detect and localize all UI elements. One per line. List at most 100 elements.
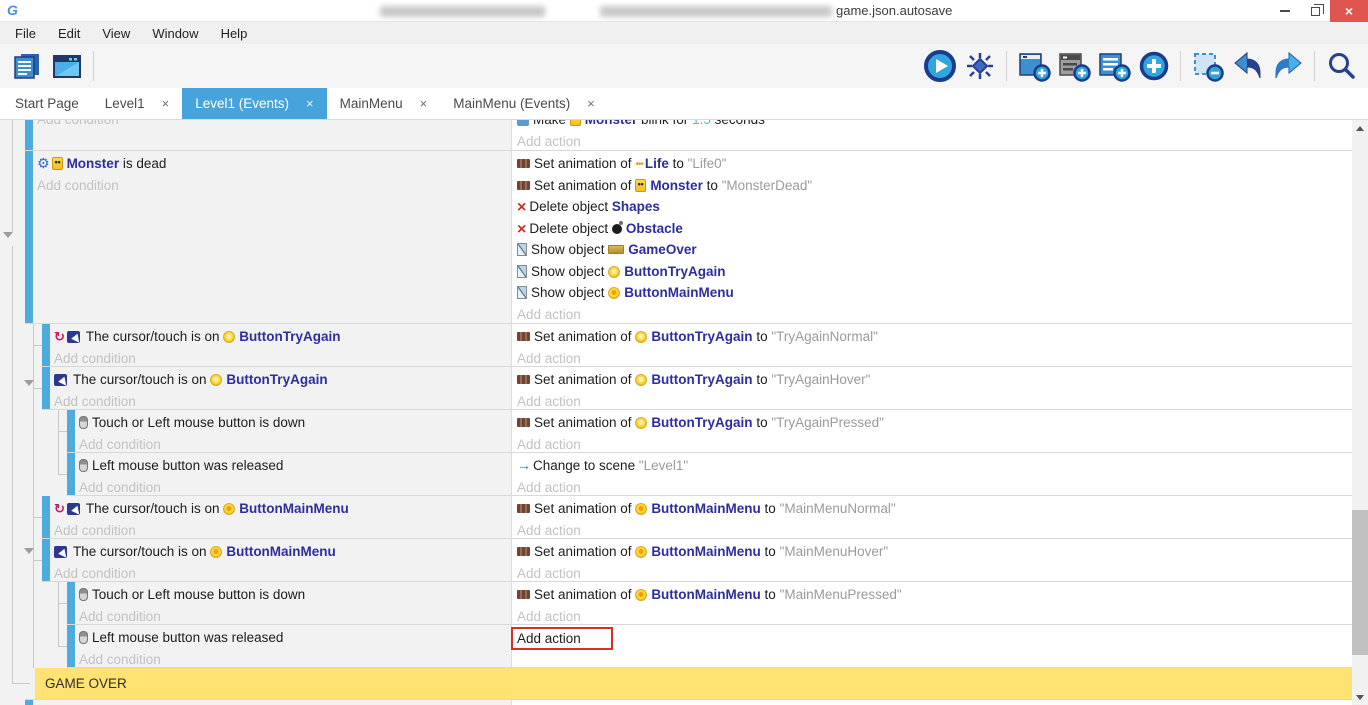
add-condition-link[interactable]: Add condition — [79, 649, 509, 669]
condition-item[interactable]: Touch or Left mouse button is down — [79, 584, 509, 606]
action-item[interactable]: →Change to scene "Level1" — [517, 455, 1350, 477]
add-circle-icon — [1138, 50, 1170, 82]
add-event-button[interactable] — [1015, 47, 1052, 85]
text-segment: "Level1" — [639, 458, 688, 473]
add-action-link[interactable]: Add action — [517, 606, 1350, 626]
action-item[interactable]: Show object ButtonTryAgain — [517, 261, 1350, 283]
highlighted-add-action[interactable]: Add action — [511, 627, 613, 650]
blink-icon — [517, 120, 529, 126]
add-action-link[interactable]: Add action — [517, 477, 1350, 497]
add-action-link[interactable]: Add action — [517, 520, 1350, 540]
search-button[interactable] — [1323, 47, 1360, 85]
add-action-link[interactable]: Add action — [517, 563, 1350, 583]
add-action-link[interactable]: Add action — [517, 434, 1350, 454]
add-comment-button[interactable] — [1095, 47, 1132, 85]
text-segment: GameOver — [628, 242, 696, 257]
condition-item[interactable]: Left mouse button was released — [79, 455, 509, 477]
add-condition-link[interactable]: Add condition — [54, 520, 509, 540]
collapse-arrow-icon[interactable] — [24, 548, 34, 559]
maximize-button[interactable] — [1300, 0, 1330, 22]
action-item[interactable]: Show object GameOver — [517, 239, 1350, 261]
preview-play-button[interactable] — [921, 47, 958, 85]
menu-help[interactable]: Help — [210, 22, 259, 44]
menu-window[interactable]: Window — [141, 22, 209, 44]
scroll-down-button[interactable] — [1352, 690, 1368, 704]
undo-button[interactable] — [1229, 47, 1266, 85]
menu-view[interactable]: View — [91, 22, 141, 44]
action-item[interactable]: Set animation of Monster to "MonsterDead… — [517, 175, 1350, 197]
vertical-scrollbar[interactable] — [1352, 120, 1368, 705]
choose-event-button[interactable] — [1135, 47, 1172, 85]
add-action-link[interactable]: Add action — [517, 391, 1350, 411]
add-condition-link[interactable]: Add condition — [54, 391, 509, 411]
action-item[interactable]: Set animation of ButtonTryAgain to "TryA… — [517, 369, 1350, 391]
add-condition-link[interactable]: Add condition — [79, 434, 509, 454]
tab-close-icon[interactable]: × — [306, 96, 314, 111]
scrollbar-thumb[interactable] — [1352, 510, 1368, 655]
tab-mainmenu-events-[interactable]: MainMenu (Events)× — [440, 88, 608, 119]
add-condition-link[interactable]: Add condition — [37, 120, 509, 131]
add-condition-link[interactable]: Add condition — [37, 175, 509, 197]
action-item[interactable]: Set animation of •••Life to "Life0" — [517, 153, 1350, 175]
project-manager-button[interactable] — [8, 47, 45, 85]
scene-editor-button[interactable] — [48, 47, 85, 85]
action-item[interactable]: Add action — [517, 627, 1350, 649]
redo-button[interactable] — [1269, 47, 1306, 85]
condition-item[interactable]: The cursor/touch is on ButtonTryAgain — [54, 369, 509, 391]
tab-mainmenu[interactable]: MainMenu × — [327, 88, 441, 119]
tab-close-icon[interactable]: × — [420, 96, 428, 111]
action-item[interactable]: Set animation of ButtonTryAgain to "TryA… — [517, 326, 1350, 348]
text-segment: to — [753, 415, 772, 430]
text-segment: Add action — [517, 134, 581, 149]
condition-item[interactable]: Touch or Left mouse button is down — [79, 412, 509, 434]
condition-item[interactable]: Left mouse button was released — [79, 627, 509, 649]
condition-item[interactable]: ↻The cursor/touch is on ButtonTryAgain — [54, 326, 509, 348]
tab-label: Start Page — [15, 96, 79, 111]
collapse-arrow-icon[interactable] — [3, 232, 13, 243]
action-item[interactable]: Set animation of ButtonTryAgain to "TryA… — [517, 412, 1350, 434]
text-segment: Add condition — [79, 480, 161, 495]
condition-item[interactable]: ⚙Monster is dead — [37, 153, 509, 175]
action-cell: Set animation of ButtonMainMenu to "Main… — [511, 539, 1352, 582]
comment-bar[interactable]: GAME OVER — [35, 668, 1352, 699]
next-event-partial — [0, 700, 1352, 705]
search-icon — [1326, 50, 1358, 82]
debug-button[interactable] — [961, 47, 998, 85]
action-item[interactable]: Show object ButtonMainMenu — [517, 282, 1350, 304]
remove-selection-button[interactable] — [1189, 47, 1226, 85]
minimize-button[interactable] — [1270, 0, 1300, 22]
add-condition-link[interactable]: Add condition — [54, 348, 509, 368]
action-item[interactable]: Set animation of ButtonMainMenu to "Main… — [517, 541, 1350, 563]
add-subevent-button[interactable] — [1055, 47, 1092, 85]
tab-label: MainMenu — [340, 96, 403, 111]
add-condition-link[interactable]: Add condition — [54, 563, 509, 583]
tree-guide-line — [58, 474, 67, 475]
menu-edit[interactable]: Edit — [47, 22, 91, 44]
menu-file[interactable]: File — [4, 22, 47, 44]
action-item[interactable]: Make Monster blink for 1.5 seconds — [517, 120, 1350, 131]
collapse-arrow-icon[interactable] — [24, 380, 34, 391]
tab-close-icon[interactable]: × — [587, 96, 595, 111]
action-item[interactable]: Set animation of ButtonMainMenu to "Main… — [517, 498, 1350, 520]
add-condition-link[interactable]: Add condition — [79, 477, 509, 497]
add-action-link[interactable]: Add action — [517, 131, 1350, 152]
tab-start-page[interactable]: Start Page — [2, 88, 92, 119]
tab-level1-events-[interactable]: Level1 (Events)× — [182, 88, 326, 119]
event-indent-bar — [42, 367, 50, 410]
action-item[interactable]: ×Delete object Shapes — [517, 196, 1350, 218]
tab-close-icon[interactable]: × — [162, 96, 170, 111]
add-condition-link[interactable]: Add condition — [79, 606, 509, 626]
text-segment: Show object — [531, 285, 608, 300]
condition-item[interactable]: ↻The cursor/touch is on ButtonMainMenu — [54, 498, 509, 520]
text-segment: seconds — [711, 120, 765, 127]
scroll-up-button[interactable] — [1352, 121, 1368, 135]
scroll-down-icon — [1356, 695, 1364, 704]
condition-item[interactable]: The cursor/touch is on ButtonMainMenu — [54, 541, 509, 563]
action-item[interactable]: Set animation of ButtonMainMenu to "Main… — [517, 584, 1350, 606]
close-button[interactable]: × — [1330, 0, 1368, 22]
tab-level1[interactable]: Level1× — [92, 88, 182, 119]
action-item[interactable]: ×Delete object Obstacle — [517, 218, 1350, 240]
add-action-link[interactable]: Add action — [517, 304, 1350, 325]
setanim-icon — [517, 590, 530, 599]
add-action-link[interactable]: Add action — [517, 348, 1350, 368]
